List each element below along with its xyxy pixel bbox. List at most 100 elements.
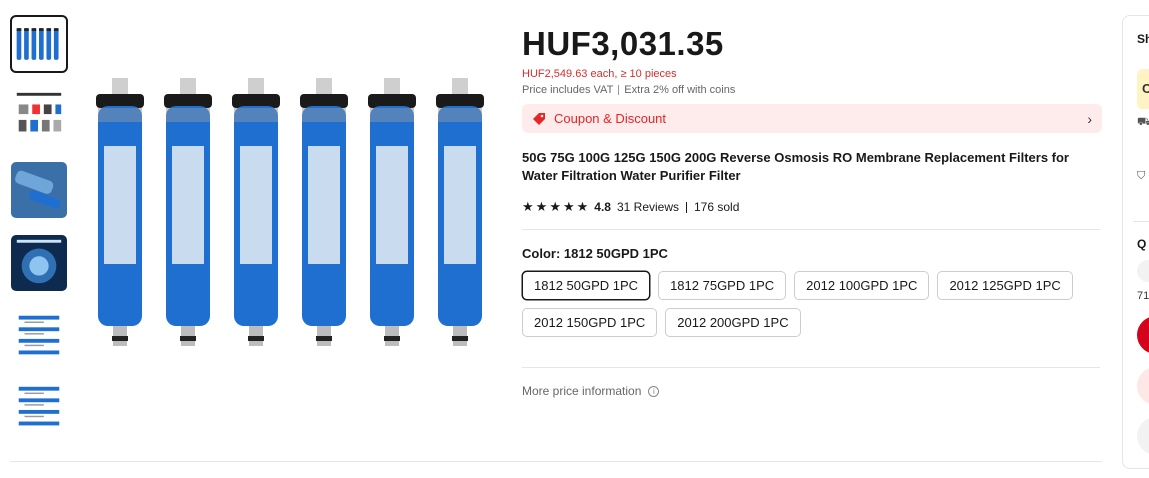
star-rating: ★ ★ ★ ★ ★	[522, 199, 588, 215]
divider	[618, 85, 620, 96]
filter-label	[308, 146, 340, 264]
thumbnail-gallery	[10, 15, 70, 453]
quantity-stepper[interactable]	[1137, 260, 1149, 282]
thumbnail-image	[16, 92, 62, 132]
quantity-label: Q	[1137, 237, 1147, 251]
filter-cartridge	[96, 78, 144, 346]
filter-o-ring	[452, 336, 468, 341]
filter-label	[444, 146, 476, 264]
thumbnail-image	[18, 386, 60, 426]
filter-cap	[164, 94, 212, 108]
side-purchase-panel: Sh C ⛟ ⛉ Q 71	[1122, 15, 1149, 469]
coupon-claim-button[interactable]: C	[1137, 69, 1149, 109]
color-option[interactable]: 2012 125GPD 1PC	[937, 271, 1073, 300]
truck-icon: ⛟	[1137, 116, 1149, 130]
stock-count: 71	[1137, 290, 1149, 302]
filter-label	[104, 146, 136, 264]
star-icon: ★	[576, 199, 589, 214]
filter-band	[302, 108, 346, 122]
filter-top-tube	[112, 78, 128, 96]
divider	[10, 461, 1102, 462]
sold-count: 176 sold	[694, 200, 740, 214]
ro-membrane-filters-image	[96, 78, 484, 346]
add-to-cart-button[interactable]	[1137, 367, 1149, 405]
filter-o-ring	[112, 336, 128, 341]
tag-icon	[533, 112, 545, 125]
filter-band	[98, 108, 142, 122]
filter-top-tube	[384, 78, 400, 96]
star-icon: ★	[562, 199, 575, 214]
filter-o-ring	[180, 336, 196, 341]
main-product-image[interactable]	[80, 68, 500, 358]
color-option[interactable]: 1812 50GPD 1PC	[522, 271, 651, 300]
divider	[686, 201, 687, 213]
review-count-link[interactable]: 31 Reviews	[617, 200, 679, 214]
divider	[1133, 221, 1149, 222]
bulk-price: HUF2,549.63 each, ≥ 10 pieces	[522, 68, 677, 80]
thumbnail-image	[11, 162, 67, 218]
filter-cartridge	[164, 78, 212, 346]
coupon-discount-button[interactable]: Coupon & Discount ›	[522, 104, 1102, 133]
filter-cap	[368, 94, 416, 108]
filter-cartridge	[232, 78, 280, 346]
thumbnail-4[interactable]	[10, 234, 68, 292]
vat-note: Price includes VAT	[522, 84, 614, 96]
filter-band	[438, 108, 482, 122]
filter-o-ring	[248, 336, 264, 341]
thumbnail-2[interactable]	[10, 88, 68, 146]
filter-cap	[300, 94, 348, 108]
star-icon: ★	[535, 199, 548, 214]
color-option[interactable]: 2012 100GPD 1PC	[794, 271, 930, 300]
filter-cartridge	[300, 78, 348, 346]
filter-label	[240, 146, 272, 264]
star-icon: ★	[522, 199, 534, 214]
product-title: 50G 75G 100G 125G 150G 200G Reverse Osmo…	[522, 150, 1069, 183]
filter-cap	[232, 94, 280, 108]
price: HUF3,031.35	[522, 25, 724, 62]
filter-cartridge	[436, 78, 484, 346]
filter-top-tube	[180, 78, 196, 96]
thumbnail-image	[16, 28, 59, 60]
filter-label	[376, 146, 408, 264]
filter-band	[166, 108, 210, 122]
color-option[interactable]: 2012 200GPD 1PC	[665, 308, 801, 337]
info-icon[interactable]: i	[648, 385, 660, 397]
filter-o-ring	[384, 336, 400, 341]
filter-top-tube	[316, 78, 332, 96]
filter-top-tube	[248, 78, 264, 96]
rating-score: 4.8	[594, 200, 611, 214]
price-notes: Price includes VAT Extra 2% off with coin…	[522, 84, 1102, 96]
rating-row[interactable]: ★ ★ ★ ★ ★ 4.8 31 Reviews 176 sold	[522, 199, 1102, 215]
filter-top-tube	[452, 78, 468, 96]
more-price-info-label: More price information	[522, 384, 642, 398]
coupon-label: Coupon & Discount	[554, 111, 667, 126]
divider	[522, 367, 1100, 368]
product-page: HUF3,031.35 HUF2,549.63 each, ≥ 10 piece…	[0, 0, 1149, 478]
thumbnail-3[interactable]	[10, 161, 68, 219]
coins-note: Extra 2% off with coins	[624, 84, 736, 96]
filter-cartridge	[368, 78, 416, 346]
button-label: C	[1142, 81, 1149, 96]
thumbnail-6[interactable]	[10, 380, 68, 438]
filter-label	[172, 146, 204, 264]
chevron-right-icon: ›	[1087, 110, 1092, 127]
filter-cap	[96, 94, 144, 108]
thumbnail-5[interactable]	[10, 307, 68, 365]
star-icon: ★	[549, 199, 561, 214]
divider	[522, 229, 1100, 230]
filter-band	[234, 108, 278, 122]
thumbnail-1[interactable]	[10, 15, 68, 73]
buy-now-button[interactable]	[1137, 316, 1149, 354]
color-option[interactable]: 2012 150GPD 1PC	[522, 308, 658, 337]
shield-icon: ⛉	[1137, 170, 1146, 182]
filter-band	[370, 108, 414, 122]
color-option[interactable]: 1812 75GPD 1PC	[658, 271, 787, 300]
wishlist-button[interactable]	[1137, 417, 1149, 455]
color-options: 1812 50GPD 1PC 1812 75GPD 1PC 2012 100GP…	[522, 271, 1102, 337]
panel-header: Sh	[1137, 32, 1149, 46]
more-price-info[interactable]: More price information i	[522, 384, 1102, 398]
thumbnail-image	[18, 315, 60, 355]
filter-o-ring	[316, 336, 332, 341]
product-info: HUF3,031.35 HUF2,549.63 each, ≥ 10 piece…	[522, 24, 1102, 398]
filter-cap	[436, 94, 484, 108]
